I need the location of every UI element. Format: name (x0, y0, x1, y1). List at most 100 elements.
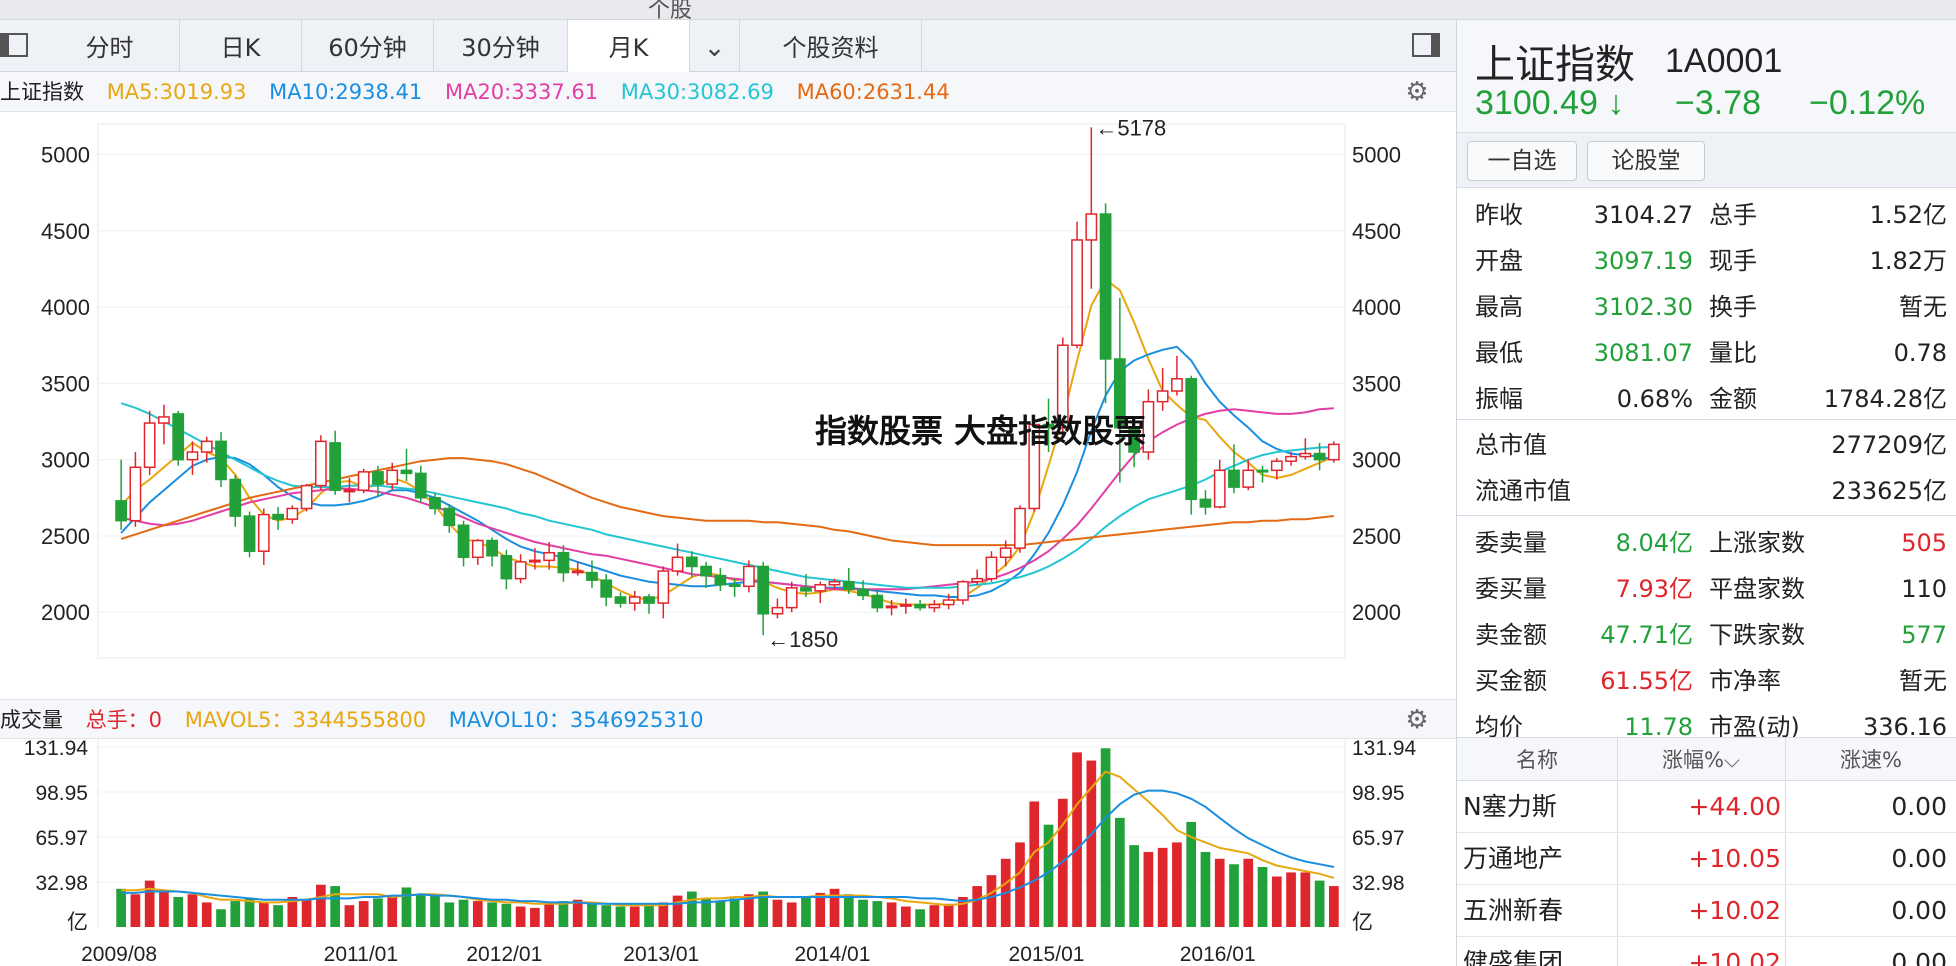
candle-body (628, 596, 641, 604)
cap-row: 流通市值 233625亿 (1457, 468, 1956, 514)
order-row: 买金额 61.55亿 市净率 暂无 (1457, 658, 1956, 704)
order-label: 买金额 (1475, 667, 1547, 695)
candle (600, 574, 613, 607)
tab-stock-profile[interactable]: 个股资料 (740, 20, 922, 72)
candle-body (785, 587, 798, 609)
x-tick-label: 2015/01 (1009, 943, 1085, 966)
candle-body (842, 580, 855, 591)
candle (115, 459, 128, 530)
volume-bar (1243, 858, 1254, 927)
volume-bar (986, 875, 997, 927)
volume-bar (1200, 851, 1211, 927)
candle (129, 452, 142, 527)
candle-body (429, 497, 441, 510)
candle-body (999, 547, 1012, 559)
candle-body (129, 466, 142, 522)
volume-bar (216, 909, 226, 927)
chart-settings-gear-icon[interactable]: ⚙ (1404, 79, 1430, 105)
volume-unit-right: 亿 (1352, 911, 1373, 934)
volume-bar (401, 887, 412, 927)
x-tick-label: 2009/08 (81, 943, 157, 966)
stock-change-pct: +10.02 (1688, 948, 1781, 966)
tab-daily-k[interactable]: 日K (180, 20, 302, 72)
candle-body (372, 471, 384, 485)
candle-body (1242, 469, 1255, 488)
quote-label: 换手 (1709, 293, 1757, 321)
volume-bar (258, 902, 269, 927)
volume-settings-gear-icon[interactable]: ⚙ (1404, 707, 1430, 733)
toggle-right-panel-icon[interactable] (1412, 33, 1440, 57)
candle (357, 468, 370, 494)
toggle-left-panel-icon[interactable] (0, 33, 28, 57)
y-tick-label-right: 2500 (1352, 524, 1401, 549)
y-tick-label-left: 4000 (41, 295, 90, 320)
candle-body (143, 422, 156, 469)
list-item[interactable]: 健盛集团 +10.02 0.00 (1457, 937, 1956, 966)
tab-intraday[interactable]: 分时 (40, 20, 180, 72)
candle-body (314, 440, 327, 487)
candle-body (857, 588, 869, 597)
y-tick-label-right: 5000 (1352, 143, 1401, 168)
legend-index-name: 上证指数 (0, 80, 84, 104)
candle (514, 554, 527, 584)
candle-body (486, 539, 498, 557)
candle-body (329, 442, 342, 491)
volume-tick-left: 32.98 (35, 872, 88, 895)
legend-ma10: MA10:2938.41 (269, 80, 423, 104)
volume-bar (130, 894, 141, 927)
more-periods-chevron-icon[interactable]: ⌄ (690, 20, 740, 72)
candle (243, 511, 256, 558)
col-header-name[interactable]: 名称 (1457, 738, 1617, 782)
quote-label: 量比 (1709, 339, 1757, 367)
candle (557, 545, 570, 582)
volume-tick-right: 32.98 (1352, 872, 1405, 895)
list-item[interactable]: N塞力斯 +44.00 0.00 (1457, 781, 1956, 833)
candle-body (714, 574, 727, 586)
order-row: 委买量 7.93亿 平盘家数 110 (1457, 566, 1956, 612)
volume-bar (316, 884, 326, 927)
quote-value: 3081.07 (1593, 339, 1693, 367)
forum-button[interactable]: 论股堂 (1587, 141, 1705, 181)
volume-bar (672, 895, 683, 927)
order-value: 505 (1901, 529, 1947, 557)
volume-tick-left: 65.97 (35, 827, 88, 850)
volume-bar (1086, 760, 1097, 927)
add-watchlist-button[interactable]: 一自选 (1467, 141, 1577, 181)
volume-bar (244, 898, 255, 927)
list-item[interactable]: 五洲新春 +10.02 0.00 (1457, 885, 1956, 937)
list-item[interactable]: 万通地产 +10.05 0.00 (1457, 833, 1956, 885)
volume-bar (444, 902, 455, 927)
last-price-value: 3100.49 (1475, 84, 1598, 122)
volume-bar (615, 906, 626, 927)
quote-value: 暂无 (1899, 293, 1947, 321)
candle (286, 505, 299, 524)
volume-bar (1300, 872, 1311, 927)
col-header-speed[interactable]: 涨速% (1785, 738, 1956, 782)
candle-body (386, 469, 399, 485)
candle-body (186, 451, 199, 461)
col-header-pct[interactable]: 涨幅%⌵ (1617, 738, 1785, 782)
quote-value: 3097.19 (1593, 247, 1693, 275)
volume-tick-left: 98.95 (35, 782, 88, 805)
candle (1228, 444, 1240, 494)
order-stats: 委卖量 8.04亿 上涨家数 505 委买量 7.93亿 平盘家数 110 卖金额 47.71亿下… (1457, 516, 1956, 741)
order-value: 47.71亿 (1600, 621, 1693, 649)
tab-60min[interactable]: 60分钟 (302, 20, 434, 72)
candle (757, 561, 770, 636)
candle (272, 506, 284, 530)
tab-monthly-k[interactable]: 月K (568, 20, 690, 72)
candle-body (1285, 455, 1297, 462)
tab-30min[interactable]: 30分钟 (434, 20, 568, 72)
candle (329, 430, 342, 495)
candle-body (471, 539, 484, 559)
volume-bar (644, 903, 654, 927)
quote-value: 1784.28亿 (1823, 385, 1947, 413)
order-value: 7.93亿 (1615, 575, 1693, 603)
candle-body (357, 471, 370, 491)
volume-bar (187, 894, 198, 927)
order-value: 61.55亿 (1600, 667, 1693, 695)
volume-bar (458, 899, 469, 927)
order-label: 下跌家数 (1709, 621, 1805, 649)
candle (771, 598, 784, 619)
candle-body (1270, 460, 1283, 472)
